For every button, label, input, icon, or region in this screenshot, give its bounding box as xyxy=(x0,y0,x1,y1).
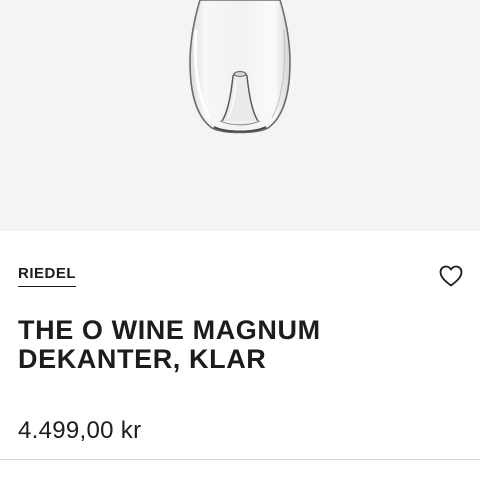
divider xyxy=(0,459,480,460)
product-title: THE O WINE MAGNUM DEKANTER, KLAR xyxy=(18,315,321,374)
decanter-image xyxy=(189,0,291,134)
product-image[interactable] xyxy=(0,0,480,231)
product-price: 4.499,00 kr xyxy=(18,417,142,444)
heart-outline-icon xyxy=(439,265,463,287)
brand-link[interactable]: RIEDEL xyxy=(18,265,77,287)
favorite-button[interactable] xyxy=(438,264,464,288)
